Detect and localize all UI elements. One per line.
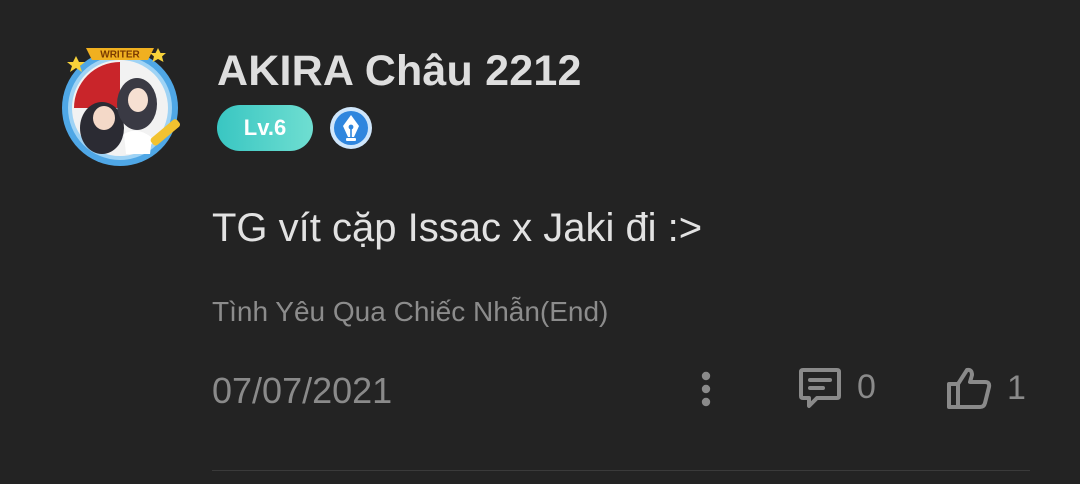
user-badges: Lv.6 xyxy=(217,105,373,151)
comment-text: TG vít cặp Issac x Jaki đi :> xyxy=(212,206,703,250)
username[interactable]: AKIRA Châu 2212 xyxy=(217,47,582,96)
more-vertical-icon xyxy=(701,371,711,407)
more-options-button[interactable] xyxy=(692,368,720,410)
like-count: 1 xyxy=(1007,368,1026,407)
like-button[interactable]: 1 xyxy=(945,364,1026,412)
avatar-badge-text: WRITER xyxy=(100,50,140,61)
reply-count: 0 xyxy=(857,367,876,406)
thumbs-up-icon xyxy=(947,367,992,409)
divider xyxy=(212,470,1030,471)
comment-date: 07/07/2021 xyxy=(212,370,393,411)
level-badge: Lv.6 xyxy=(217,105,313,151)
reply-button[interactable]: 0 xyxy=(797,364,876,410)
avatar-image: WRITER xyxy=(62,48,181,166)
fountain-pen-icon xyxy=(329,106,373,150)
comment-icon xyxy=(799,368,841,408)
avatar[interactable]: WRITER xyxy=(52,42,188,168)
story-title-link[interactable]: Tình Yêu Qua Chiếc Nhẫn(End) xyxy=(212,296,608,328)
comment-card: WRITER AKIRA Châu 2212 Lv.6 TG vít cặp I… xyxy=(0,0,1080,484)
